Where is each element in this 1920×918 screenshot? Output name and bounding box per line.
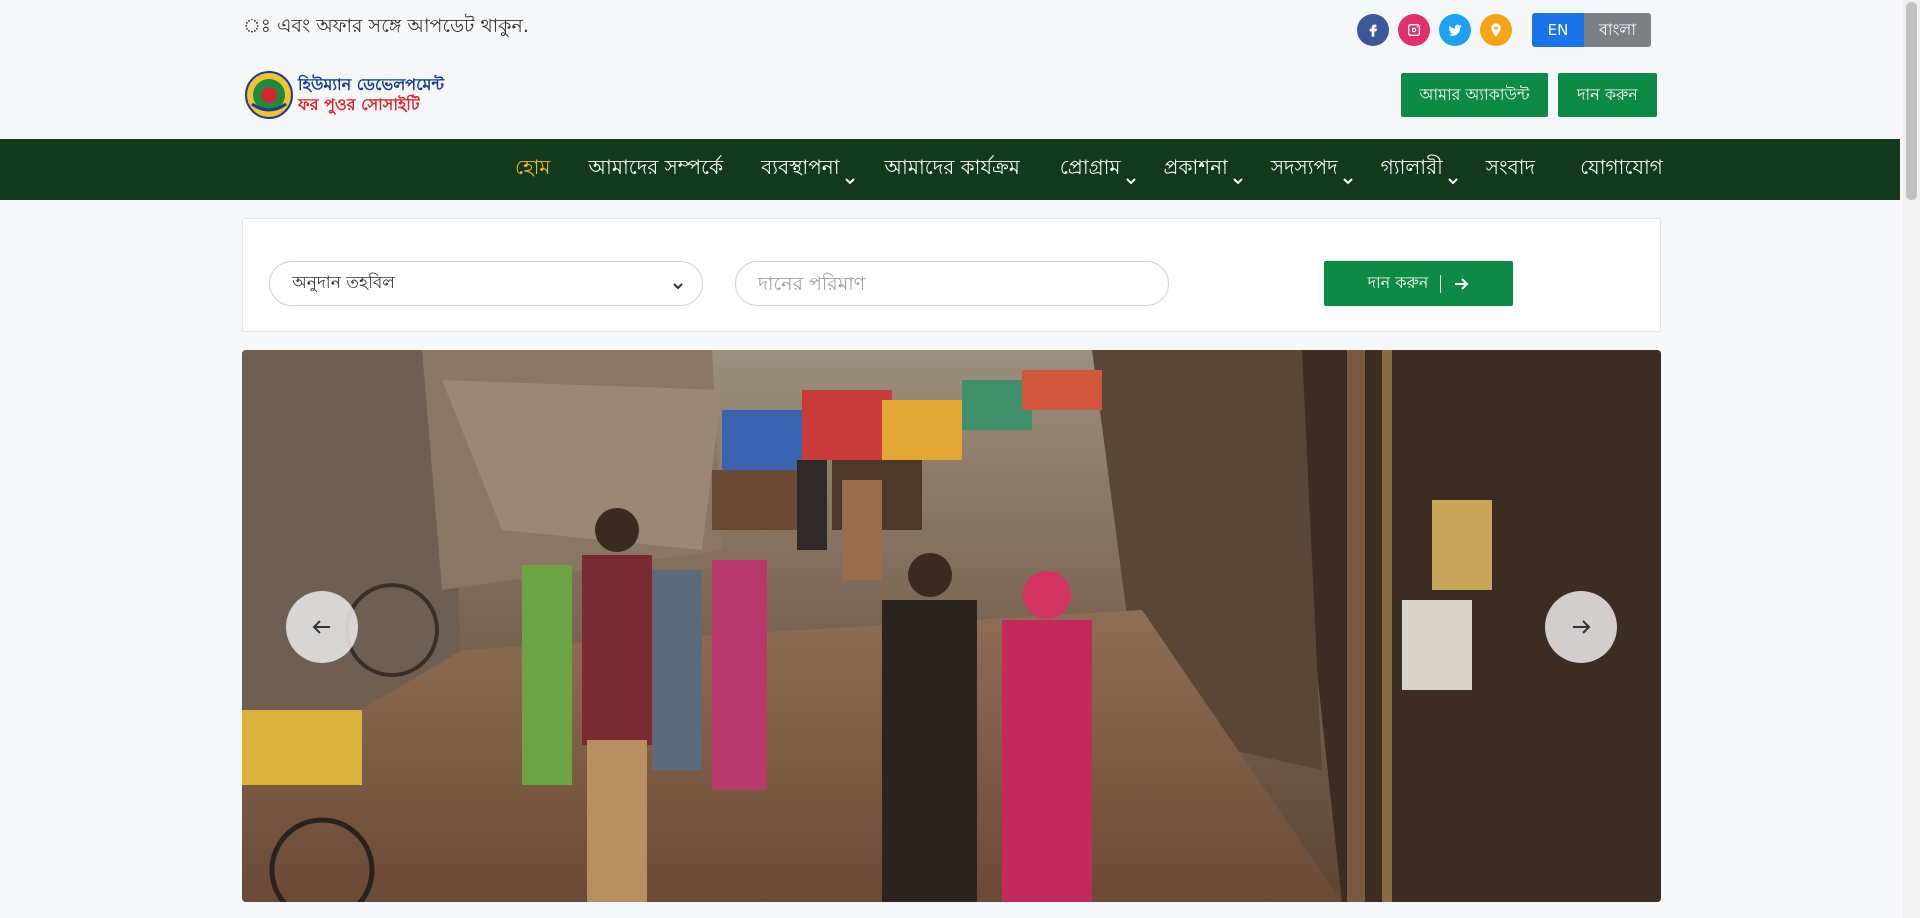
location-icon[interactable] <box>1480 14 1512 46</box>
logo-emblem-icon <box>245 71 293 119</box>
donation-amount-input[interactable] <box>735 261 1169 306</box>
nav-item-label: সংবাদ <box>1485 155 1536 179</box>
nav-item[interactable]: প্রকাশনা <box>1164 153 1243 186</box>
nav-item-label: হোম <box>515 155 551 179</box>
arrow-left-icon <box>312 620 330 634</box>
lang-bn-button[interactable]: বাংলা <box>1584 13 1651 47</box>
chevron-down-icon <box>672 277 684 290</box>
logo-line1: হিউম্যান ডেভেলপমেন্ট <box>298 75 445 94</box>
main-nav: হোম আমাদের সম্পর্কে ব্যবস্থাপনা আমাদের কার্… <box>0 139 1900 200</box>
social-links <box>1357 14 1512 46</box>
hero-image <box>242 350 1661 902</box>
language-switcher: EN বাংলা <box>1532 13 1651 47</box>
facebook-icon[interactable] <box>1357 14 1389 46</box>
nav-item-label: আমাদের কার্যক্রম <box>884 155 1020 179</box>
logo-text: হিউম্যান ডেভেলপমেন্ট ফর পুওর সোসাইটি <box>298 75 444 115</box>
lang-en-button[interactable]: EN <box>1532 13 1584 47</box>
site-logo[interactable]: হিউম্যান ডেভেলপমেন্ট ফর পুওর সোসাইটি <box>244 70 444 120</box>
nav-item[interactable]: সংবাদ <box>1486 153 1535 186</box>
chevron-down-icon <box>1448 167 1458 184</box>
nav-item-label: সদস্যপদ <box>1270 155 1338 179</box>
slider-next-button[interactable] <box>1545 591 1617 663</box>
nav-item[interactable]: প্রোগ্রাম <box>1060 153 1136 186</box>
my-account-button[interactable]: আমার অ্যাকাউন্ট <box>1401 73 1548 117</box>
chevron-down-icon <box>1125 167 1136 184</box>
logo-line2: ফর পুওর সোসাইটি <box>298 95 420 114</box>
donate-button[interactable]: দান করুন <box>1558 73 1657 117</box>
top-bar: ঃ এবং অফার সঙ্গে আপডেট থাকুন. EN বাংলা <box>0 0 1900 60</box>
donation-panel: অনুদান তহবিল দান করুন <box>242 218 1661 332</box>
donate-submit-label: দান করুন <box>1367 273 1429 292</box>
nav-item-label: গ্যালারী <box>1380 155 1443 179</box>
nav-item-label: যোগাযোগ <box>1580 155 1663 179</box>
nav-item[interactable]: আমাদের কার্যক্রম <box>885 153 1020 186</box>
nav-item[interactable]: সদস্যপদ <box>1271 153 1353 186</box>
chevron-down-icon <box>844 167 855 184</box>
chevron-down-icon <box>1233 167 1243 184</box>
nav-item-label: আমাদের সম্পর্কে <box>588 155 724 179</box>
nav-item[interactable]: আমাদের সম্পর্কে <box>589 153 724 186</box>
instagram-icon[interactable] <box>1398 14 1430 46</box>
arrow-right-icon <box>1455 277 1469 290</box>
nav-item[interactable]: যোগাযোগ <box>1580 153 1663 186</box>
nav-menu: হোম আমাদের সম্পর্কে ব্যবস্থাপনা আমাদের কার্… <box>515 139 1663 200</box>
nav-item-label: প্রকাশনা <box>1163 155 1228 179</box>
slider-prev-button[interactable] <box>286 591 358 663</box>
nav-item[interactable]: হোম <box>515 153 551 186</box>
hero-slider <box>242 350 1661 902</box>
fund-select[interactable]: অনুদান তহবিল <box>269 261 703 306</box>
button-divider <box>1440 274 1442 293</box>
chevron-down-icon <box>1342 167 1353 184</box>
nav-item[interactable]: গ্যালারী <box>1381 153 1458 186</box>
page-scrollbar[interactable] <box>1903 0 1920 918</box>
nav-item-label: ব্যবস্থাপনা <box>761 155 840 179</box>
fund-select-value: অনুদান তহবিল <box>292 272 395 293</box>
news-marquee: ঃ এবং অফার সঙ্গে আপডেট থাকুন. <box>243 15 529 37</box>
nav-item[interactable]: ব্যবস্থাপনা <box>761 153 855 186</box>
arrow-right-icon <box>1573 620 1591 634</box>
twitter-icon[interactable] <box>1439 14 1471 46</box>
scrollbar-thumb[interactable] <box>1906 2 1917 200</box>
nav-item-label: প্রোগ্রাম <box>1059 155 1121 179</box>
donate-submit-button[interactable]: দান করুন <box>1324 261 1513 306</box>
